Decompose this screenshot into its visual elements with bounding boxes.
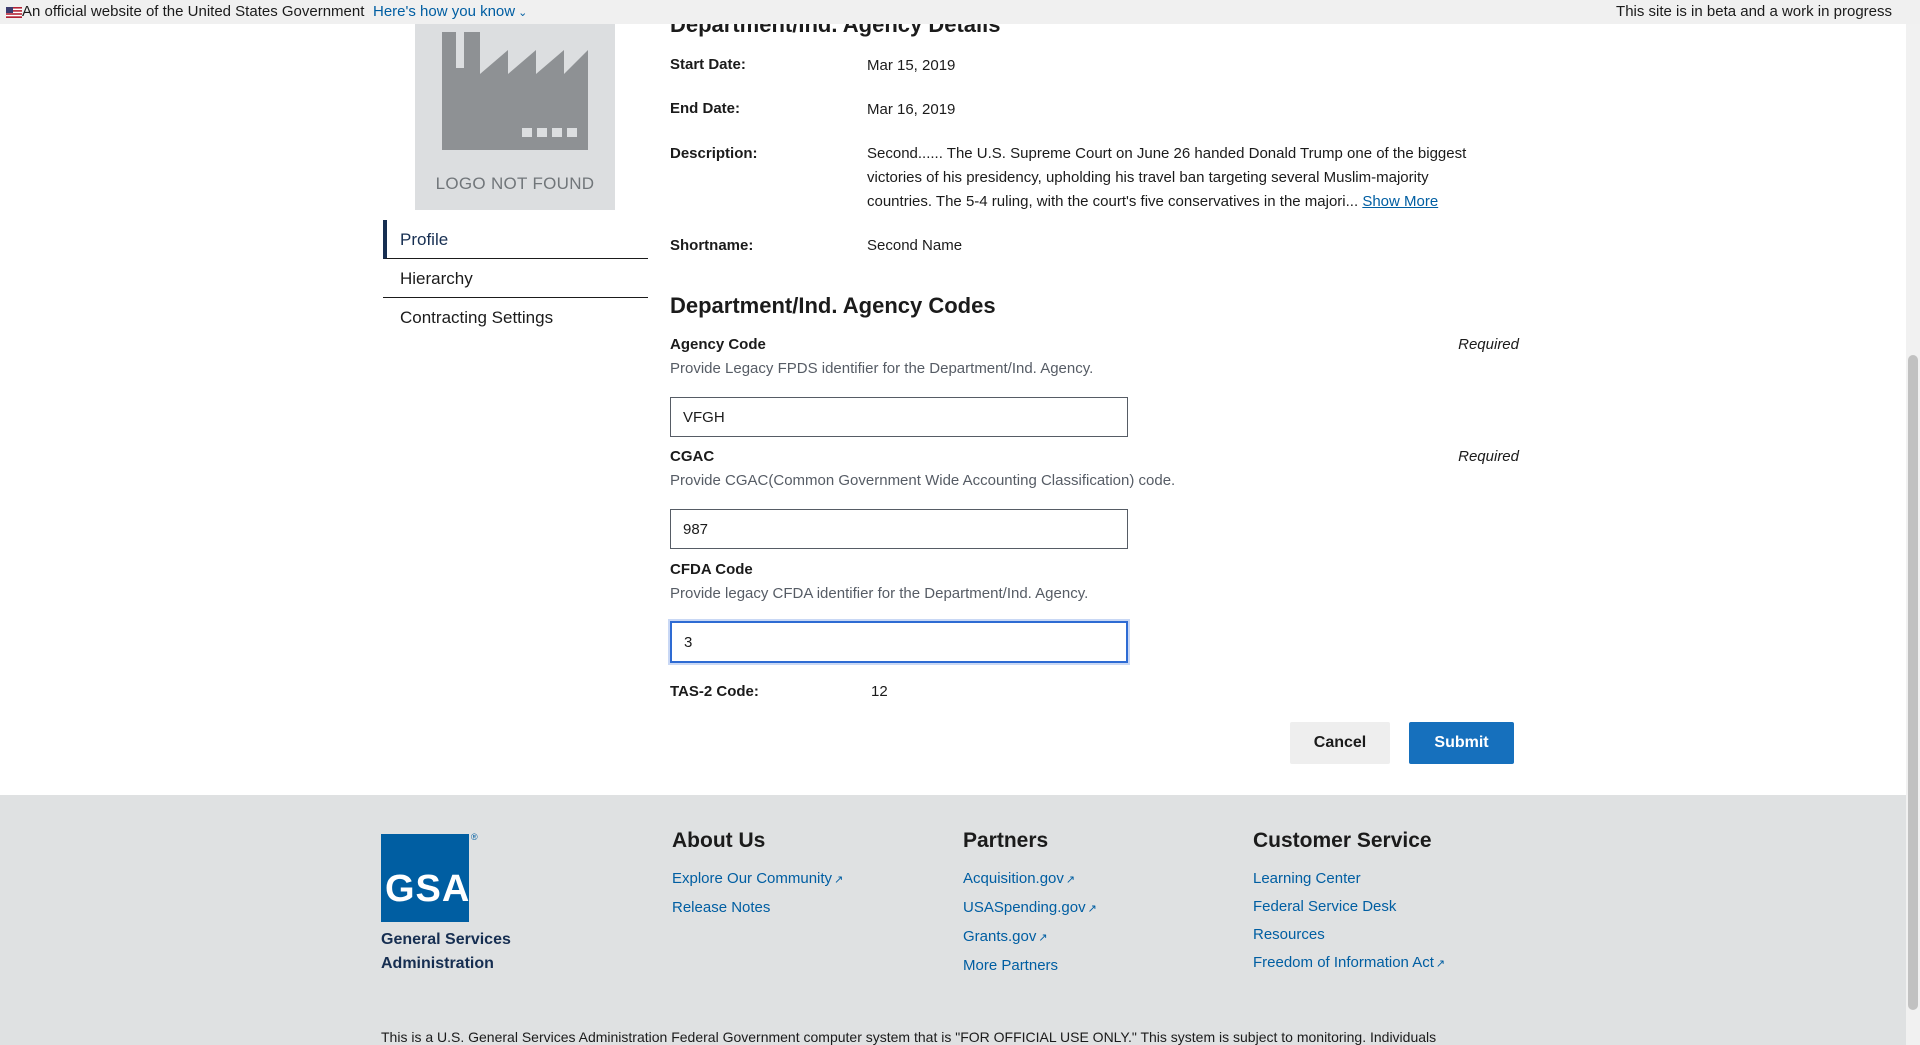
footer-customer-service-title: Customer Service (1253, 829, 1432, 852)
cancel-button[interactable]: Cancel (1290, 722, 1390, 764)
agency-code-input[interactable] (670, 397, 1128, 437)
footer-partners-title: Partners (963, 829, 1049, 852)
cgac-hint: Provide CGAC(Common Government Wide Acco… (670, 472, 1176, 489)
registered-mark-icon: ® (471, 832, 478, 842)
factory-icon (442, 32, 588, 150)
footer-link-usaspending[interactable]: USASpending.gov ↗ (963, 894, 1097, 923)
external-link-icon: ↗ (1435, 958, 1446, 970)
footer-about-column: About Us Explore Our Community ↗ Release … (672, 829, 843, 922)
codes-section-title: Department/Ind. Agency Codes (670, 293, 996, 318)
description-label: Description: (670, 145, 758, 162)
scrollbar-thumb[interactable] (1908, 355, 1918, 1010)
footer-about-title: About Us (672, 829, 766, 852)
side-nav-hierarchy[interactable]: Hierarchy (383, 259, 648, 298)
chevron-down-icon: ⌄ (518, 7, 528, 19)
tas2-code-label: TAS-2 Code: (670, 683, 759, 700)
side-nav-profile[interactable]: Profile (383, 220, 648, 259)
agency-code-label: Agency Code (670, 336, 766, 353)
how-you-know-link[interactable]: Here's how you know ⌄ (373, 0, 527, 25)
tas2-code-value: 12 (871, 683, 888, 700)
footer-link-acquisition[interactable]: Acquisition.gov ↗ (963, 865, 1097, 894)
start-date-value: Mar 15, 2019 (867, 57, 956, 74)
footer-notice: This is a U.S. General Services Administ… (381, 1029, 1437, 1045)
footer-customer-service-column: Customer Service Learning Center Federal… (1253, 829, 1445, 978)
footer-link-learning-center[interactable]: Learning Center (1253, 865, 1445, 893)
gov-banner: An official website of the United States… (0, 0, 1920, 24)
start-date-label: Start Date: (670, 56, 746, 73)
side-nav-contracting-settings[interactable]: Contracting Settings (383, 298, 648, 336)
side-nav: Profile Hierarchy Contracting Settings (383, 220, 648, 336)
cgac-label: CGAC (670, 448, 715, 465)
how-you-know-label: Here's how you know (373, 3, 516, 20)
site-footer: GSA ® General Services Administration Ab… (0, 795, 1906, 1045)
shortname-label: Shortname: (670, 237, 754, 254)
show-more-link[interactable]: Show More (1362, 193, 1438, 210)
submit-button[interactable]: Submit (1409, 722, 1514, 764)
footer-partners-column: Partners Acquisition.gov ↗ USASpending.go… (963, 829, 1097, 980)
agency-code-hint: Provide Legacy FPDS identifier for the D… (670, 360, 1094, 377)
us-flag-icon (6, 7, 22, 18)
cgac-required: Required (1458, 448, 1519, 465)
footer-link-label: Explore Our Community (672, 870, 833, 887)
cfda-code-hint: Provide legacy CFDA identifier for the D… (670, 585, 1089, 602)
external-link-icon: ↗ (1065, 874, 1076, 886)
footer-link-resources[interactable]: Resources (1253, 921, 1445, 949)
cfda-code-label: CFDA Code (670, 561, 753, 578)
gsa-logo[interactable]: GSA (381, 834, 469, 922)
shortname-value: Second Name (867, 237, 963, 254)
footer-link-more-partners[interactable]: More Partners (963, 952, 1097, 980)
footer-link-label: Grants.gov (963, 928, 1037, 945)
footer-link-explore-community[interactable]: Explore Our Community ↗ (672, 865, 843, 894)
footer-link-federal-service-desk[interactable]: Federal Service Desk (1253, 893, 1445, 921)
footer-link-label: Freedom of Information Act (1253, 954, 1434, 971)
logo-not-found-text: LOGO NOT FOUND (435, 174, 595, 193)
official-site-text: An official website of the United States… (22, 3, 365, 20)
external-link-icon: ↗ (1087, 903, 1097, 915)
beta-notice: This site is in beta and a work in progr… (1616, 3, 1892, 20)
footer-link-grants[interactable]: Grants.gov ↗ (963, 923, 1097, 952)
end-date-value: Mar 16, 2019 (867, 101, 956, 118)
cgac-input[interactable] (670, 509, 1128, 549)
agency-logo-placeholder: LOGO NOT FOUND (415, 24, 615, 210)
footer-link-foia[interactable]: Freedom of Information Act ↗ (1253, 949, 1445, 978)
footer-link-label: Acquisition.gov (963, 870, 1064, 887)
gsa-name: General Services Administration (381, 931, 511, 972)
footer-link-release-notes[interactable]: Release Notes (672, 894, 843, 922)
description-value: Second...... The U.S. Supreme Court on J… (867, 142, 1467, 214)
agency-code-required: Required (1458, 336, 1519, 353)
end-date-label: End Date: (670, 100, 741, 117)
footer-link-label: USASpending.gov (963, 899, 1086, 916)
cfda-code-input[interactable] (670, 621, 1128, 663)
gsa-logo-text: GSA (385, 868, 471, 910)
external-link-icon: ↗ (834, 874, 844, 886)
external-link-icon: ↗ (1038, 932, 1048, 944)
